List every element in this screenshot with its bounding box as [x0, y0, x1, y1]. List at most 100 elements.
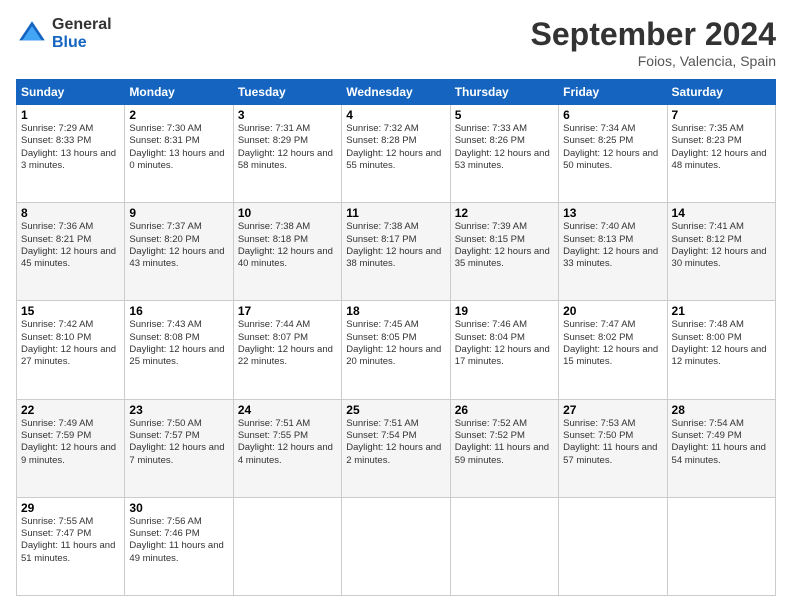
calendar-row: 1Sunrise: 7:29 AM Sunset: 8:33 PM Daylig…: [17, 105, 776, 203]
table-cell: 29Sunrise: 7:55 AM Sunset: 7:47 PM Dayli…: [17, 497, 125, 595]
day-number: 27: [563, 403, 662, 417]
day-info: Sunrise: 7:39 AM Sunset: 8:15 PM Dayligh…: [455, 221, 554, 270]
day-info: Sunrise: 7:51 AM Sunset: 7:55 PM Dayligh…: [238, 418, 337, 467]
table-cell: 27Sunrise: 7:53 AM Sunset: 7:50 PM Dayli…: [559, 399, 667, 497]
day-info: Sunrise: 7:35 AM Sunset: 8:23 PM Dayligh…: [672, 123, 771, 172]
day-number: 2: [129, 108, 228, 122]
day-info: Sunrise: 7:29 AM Sunset: 8:33 PM Dayligh…: [21, 123, 120, 172]
header-row: Sunday Monday Tuesday Wednesday Thursday…: [17, 80, 776, 105]
table-cell: [450, 497, 558, 595]
day-info: Sunrise: 7:55 AM Sunset: 7:47 PM Dayligh…: [21, 516, 120, 565]
day-info: Sunrise: 7:48 AM Sunset: 8:00 PM Dayligh…: [672, 319, 771, 368]
table-cell: 1Sunrise: 7:29 AM Sunset: 8:33 PM Daylig…: [17, 105, 125, 203]
table-cell: 24Sunrise: 7:51 AM Sunset: 7:55 PM Dayli…: [233, 399, 341, 497]
day-info: Sunrise: 7:41 AM Sunset: 8:12 PM Dayligh…: [672, 221, 771, 270]
table-cell: 3Sunrise: 7:31 AM Sunset: 8:29 PM Daylig…: [233, 105, 341, 203]
calendar-row: 29Sunrise: 7:55 AM Sunset: 7:47 PM Dayli…: [17, 497, 776, 595]
day-info: Sunrise: 7:40 AM Sunset: 8:13 PM Dayligh…: [563, 221, 662, 270]
day-info: Sunrise: 7:52 AM Sunset: 7:52 PM Dayligh…: [455, 418, 554, 467]
day-number: 30: [129, 501, 228, 515]
day-info: Sunrise: 7:54 AM Sunset: 7:49 PM Dayligh…: [672, 418, 771, 467]
table-cell: [342, 497, 450, 595]
day-number: 3: [238, 108, 337, 122]
day-number: 1: [21, 108, 120, 122]
day-info: Sunrise: 7:30 AM Sunset: 8:31 PM Dayligh…: [129, 123, 228, 172]
day-info: Sunrise: 7:36 AM Sunset: 8:21 PM Dayligh…: [21, 221, 120, 270]
day-number: 4: [346, 108, 445, 122]
day-info: Sunrise: 7:51 AM Sunset: 7:54 PM Dayligh…: [346, 418, 445, 467]
table-cell: 17Sunrise: 7:44 AM Sunset: 8:07 PM Dayli…: [233, 301, 341, 399]
page: General Blue September 2024 Foios, Valen…: [0, 0, 792, 612]
logo-icon: [16, 18, 48, 50]
day-info: Sunrise: 7:47 AM Sunset: 8:02 PM Dayligh…: [563, 319, 662, 368]
table-cell: 2Sunrise: 7:30 AM Sunset: 8:31 PM Daylig…: [125, 105, 233, 203]
day-info: Sunrise: 7:45 AM Sunset: 8:05 PM Dayligh…: [346, 319, 445, 368]
day-info: Sunrise: 7:38 AM Sunset: 8:17 PM Dayligh…: [346, 221, 445, 270]
day-number: 9: [129, 206, 228, 220]
day-info: Sunrise: 7:43 AM Sunset: 8:08 PM Dayligh…: [129, 319, 228, 368]
table-cell: 21Sunrise: 7:48 AM Sunset: 8:00 PM Dayli…: [667, 301, 775, 399]
day-number: 25: [346, 403, 445, 417]
table-cell: 7Sunrise: 7:35 AM Sunset: 8:23 PM Daylig…: [667, 105, 775, 203]
calendar-table: Sunday Monday Tuesday Wednesday Thursday…: [16, 79, 776, 596]
col-saturday: Saturday: [667, 80, 775, 105]
table-cell: 13Sunrise: 7:40 AM Sunset: 8:13 PM Dayli…: [559, 203, 667, 301]
table-cell: 30Sunrise: 7:56 AM Sunset: 7:46 PM Dayli…: [125, 497, 233, 595]
table-cell: 5Sunrise: 7:33 AM Sunset: 8:26 PM Daylig…: [450, 105, 558, 203]
day-info: Sunrise: 7:38 AM Sunset: 8:18 PM Dayligh…: [238, 221, 337, 270]
col-thursday: Thursday: [450, 80, 558, 105]
day-info: Sunrise: 7:53 AM Sunset: 7:50 PM Dayligh…: [563, 418, 662, 467]
day-number: 16: [129, 304, 228, 318]
table-cell: 19Sunrise: 7:46 AM Sunset: 8:04 PM Dayli…: [450, 301, 558, 399]
calendar-row: 15Sunrise: 7:42 AM Sunset: 8:10 PM Dayli…: [17, 301, 776, 399]
day-info: Sunrise: 7:42 AM Sunset: 8:10 PM Dayligh…: [21, 319, 120, 368]
day-number: 11: [346, 206, 445, 220]
table-cell: 16Sunrise: 7:43 AM Sunset: 8:08 PM Dayli…: [125, 301, 233, 399]
table-cell: 9Sunrise: 7:37 AM Sunset: 8:20 PM Daylig…: [125, 203, 233, 301]
day-info: Sunrise: 7:49 AM Sunset: 7:59 PM Dayligh…: [21, 418, 120, 467]
day-number: 23: [129, 403, 228, 417]
day-number: 29: [21, 501, 120, 515]
logo-general-text: General: [52, 16, 112, 34]
table-cell: 18Sunrise: 7:45 AM Sunset: 8:05 PM Dayli…: [342, 301, 450, 399]
day-number: 28: [672, 403, 771, 417]
table-cell: 23Sunrise: 7:50 AM Sunset: 7:57 PM Dayli…: [125, 399, 233, 497]
day-number: 17: [238, 304, 337, 318]
day-number: 14: [672, 206, 771, 220]
day-info: Sunrise: 7:37 AM Sunset: 8:20 PM Dayligh…: [129, 221, 228, 270]
logo-text: General Blue: [52, 16, 112, 51]
day-info: Sunrise: 7:44 AM Sunset: 8:07 PM Dayligh…: [238, 319, 337, 368]
day-number: 18: [346, 304, 445, 318]
table-cell: [233, 497, 341, 595]
day-info: Sunrise: 7:32 AM Sunset: 8:28 PM Dayligh…: [346, 123, 445, 172]
logo-blue-text: Blue: [52, 34, 112, 52]
col-wednesday: Wednesday: [342, 80, 450, 105]
day-info: Sunrise: 7:56 AM Sunset: 7:46 PM Dayligh…: [129, 516, 228, 565]
header: General Blue September 2024 Foios, Valen…: [16, 16, 776, 69]
day-info: Sunrise: 7:34 AM Sunset: 8:25 PM Dayligh…: [563, 123, 662, 172]
calendar-row: 22Sunrise: 7:49 AM Sunset: 7:59 PM Dayli…: [17, 399, 776, 497]
day-number: 22: [21, 403, 120, 417]
day-number: 7: [672, 108, 771, 122]
table-cell: 10Sunrise: 7:38 AM Sunset: 8:18 PM Dayli…: [233, 203, 341, 301]
table-cell: 12Sunrise: 7:39 AM Sunset: 8:15 PM Dayli…: [450, 203, 558, 301]
table-cell: 26Sunrise: 7:52 AM Sunset: 7:52 PM Dayli…: [450, 399, 558, 497]
day-number: 6: [563, 108, 662, 122]
day-number: 19: [455, 304, 554, 318]
col-friday: Friday: [559, 80, 667, 105]
table-cell: 6Sunrise: 7:34 AM Sunset: 8:25 PM Daylig…: [559, 105, 667, 203]
table-cell: 15Sunrise: 7:42 AM Sunset: 8:10 PM Dayli…: [17, 301, 125, 399]
table-cell: [559, 497, 667, 595]
day-number: 26: [455, 403, 554, 417]
table-cell: 4Sunrise: 7:32 AM Sunset: 8:28 PM Daylig…: [342, 105, 450, 203]
table-cell: 22Sunrise: 7:49 AM Sunset: 7:59 PM Dayli…: [17, 399, 125, 497]
day-number: 12: [455, 206, 554, 220]
col-sunday: Sunday: [17, 80, 125, 105]
location: Foios, Valencia, Spain: [531, 53, 776, 69]
day-number: 20: [563, 304, 662, 318]
day-number: 15: [21, 304, 120, 318]
day-info: Sunrise: 7:31 AM Sunset: 8:29 PM Dayligh…: [238, 123, 337, 172]
day-number: 13: [563, 206, 662, 220]
table-cell: 11Sunrise: 7:38 AM Sunset: 8:17 PM Dayli…: [342, 203, 450, 301]
calendar-row: 8Sunrise: 7:36 AM Sunset: 8:21 PM Daylig…: [17, 203, 776, 301]
